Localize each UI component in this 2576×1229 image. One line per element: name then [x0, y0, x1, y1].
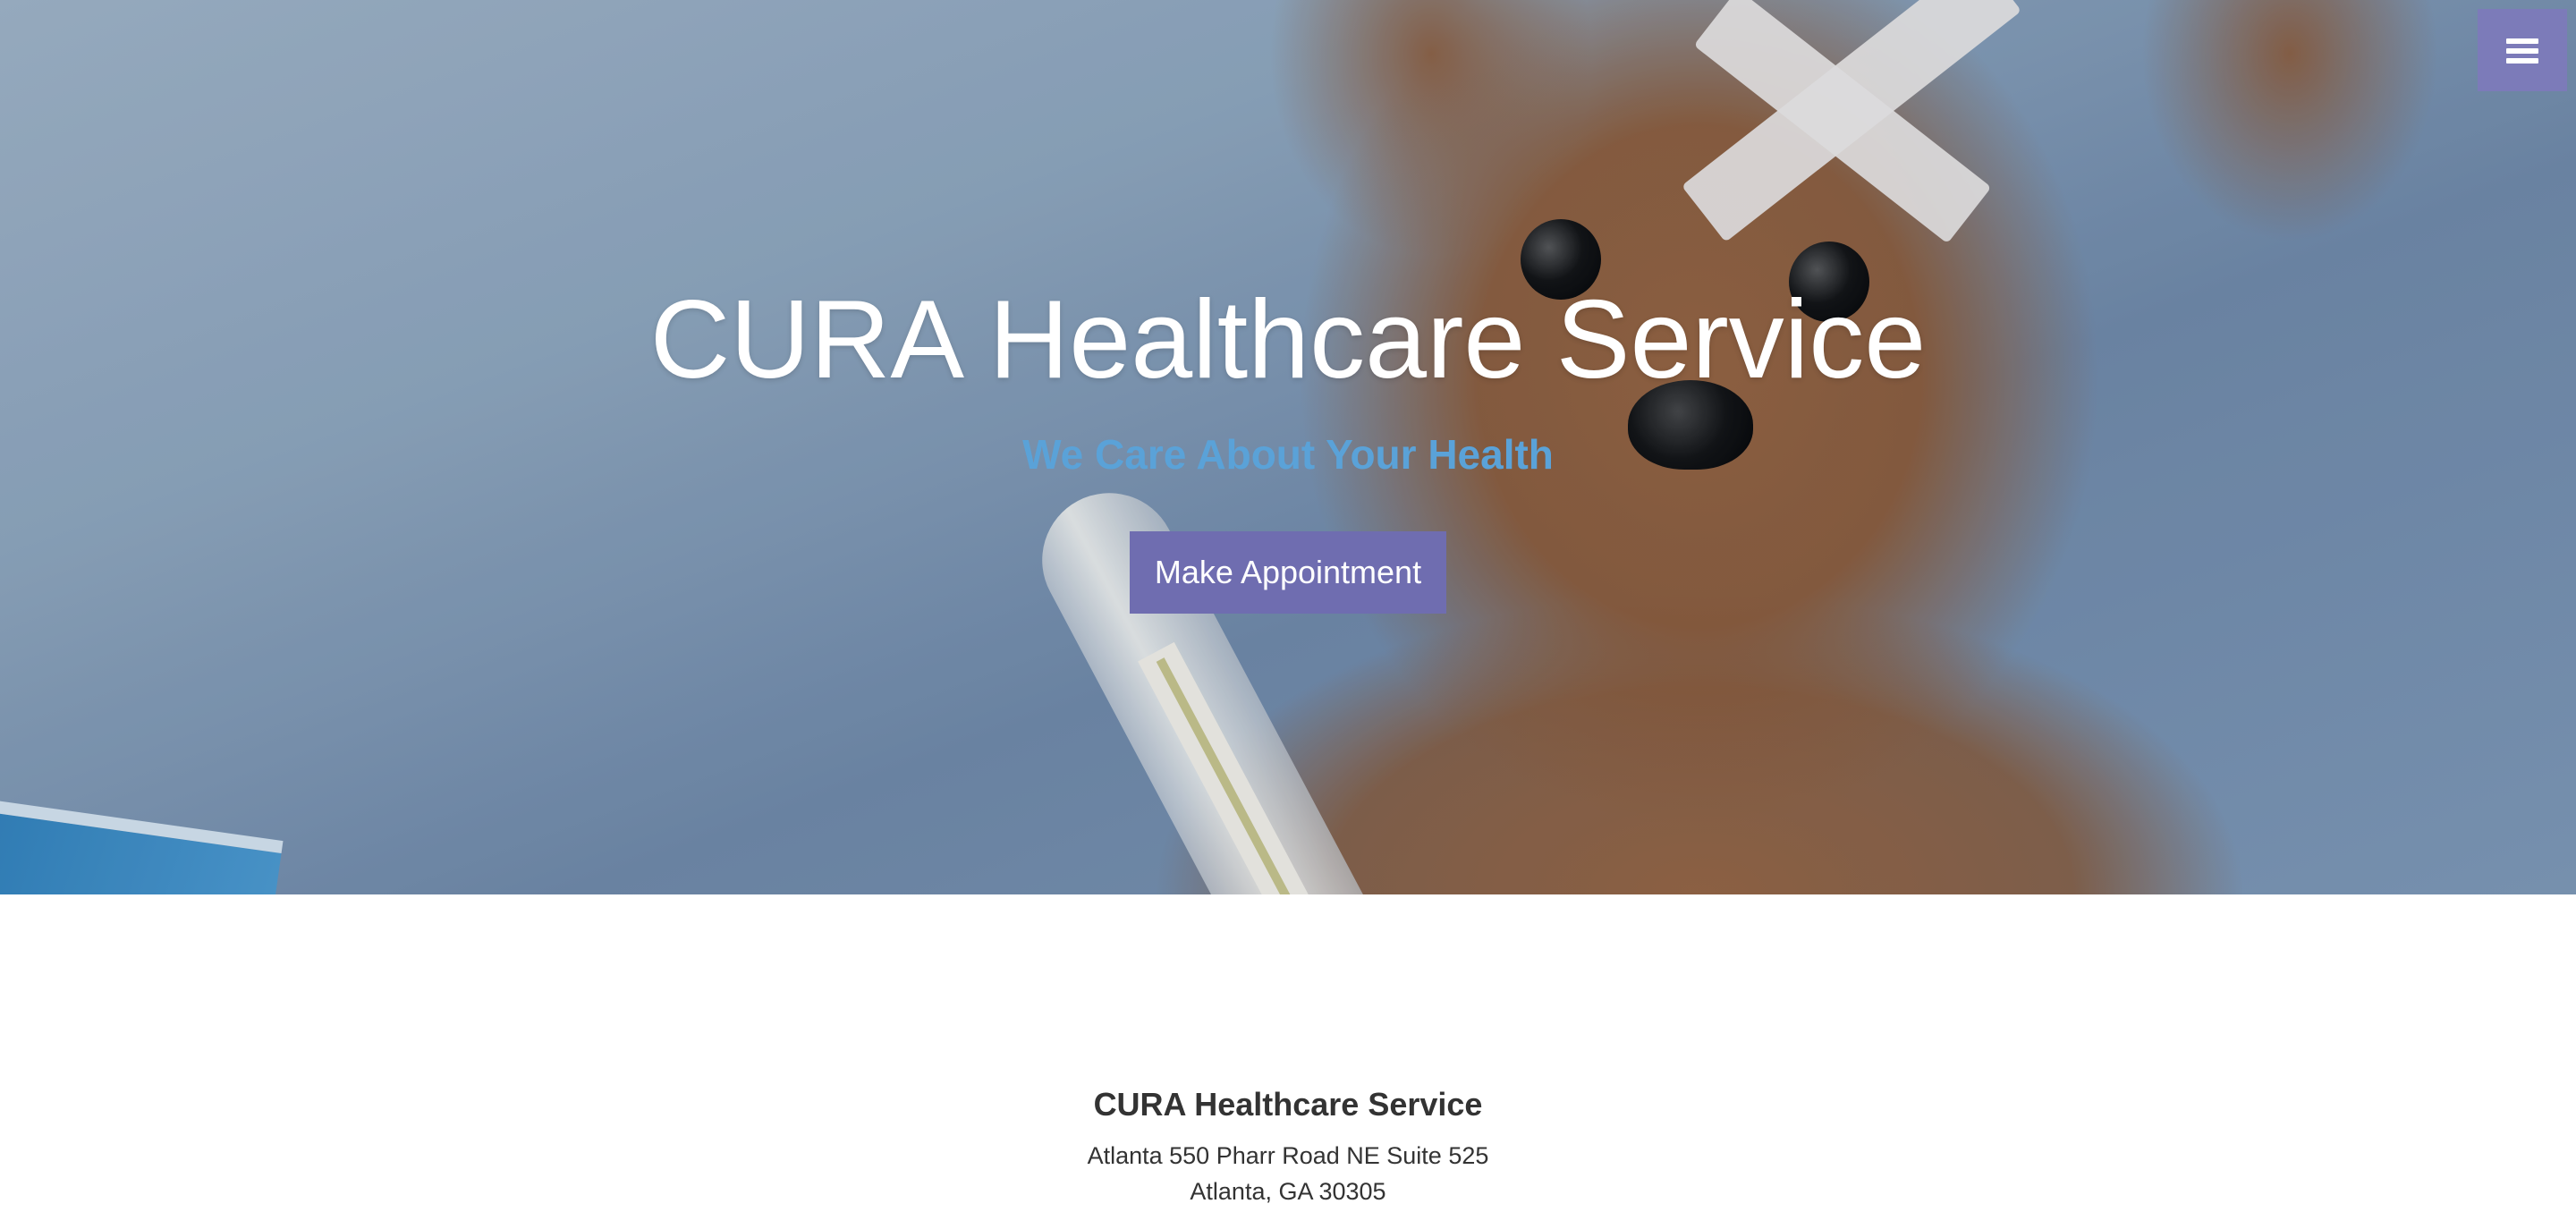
footer-address-line1: Atlanta 550 Pharr Road NE Suite 525	[1087, 1142, 1489, 1169]
hero-content: CURA Healthcare Service We Care About Yo…	[0, 268, 2576, 614]
footer-contact: CURA Healthcare Service Atlanta 550 Phar…	[0, 1082, 2576, 1209]
footer-address-line2: Atlanta, GA 30305	[1190, 1178, 1386, 1205]
make-appointment-button[interactable]: Make Appointment	[1130, 531, 1446, 614]
menu-toggle-button[interactable]	[2478, 9, 2567, 91]
footer-title: CURA Healthcare Service	[1093, 1086, 1483, 1123]
hamburger-menu-icon	[2506, 38, 2538, 44]
hero-subtitle: We Care About Your Health	[1022, 431, 1554, 478]
hero-section: CURA Healthcare Service We Care About Yo…	[0, 0, 2576, 894]
hero-title: CURA Healthcare Service	[649, 278, 1927, 402]
